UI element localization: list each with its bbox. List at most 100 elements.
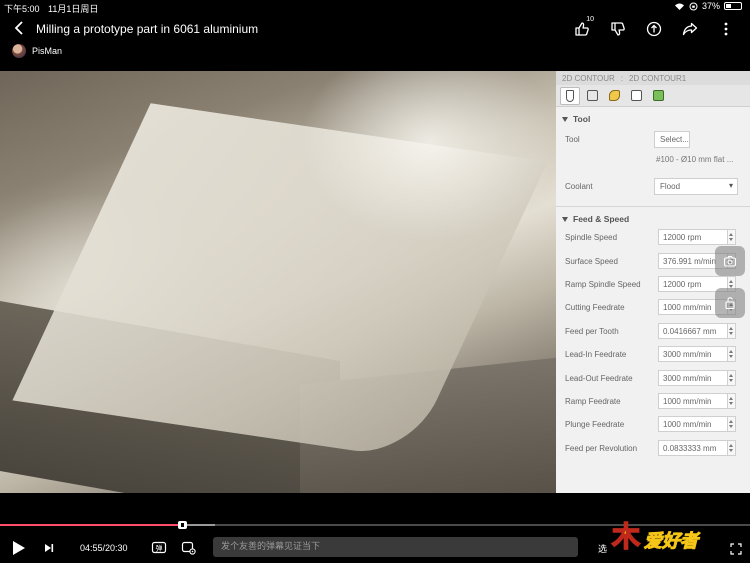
played-range — [0, 524, 183, 526]
feed-row-value: 0.0416667 mm — [658, 322, 728, 339]
screenshot-button[interactable] — [715, 246, 745, 276]
unlock-icon — [725, 297, 735, 310]
feed-row-label: Lead-Out Feedrate — [565, 373, 633, 383]
video-header: Milling a prototype part in 6061 alumini… — [0, 14, 750, 70]
heights-tab-icon — [608, 90, 620, 101]
spinner-icon — [728, 416, 736, 433]
danmu-toggle-button[interactable]: 弹 — [150, 539, 168, 557]
tool-row: Tool Select... — [556, 128, 750, 151]
geometry-tab-icon — [586, 90, 598, 101]
feed-row: Feed per Revolution 0.0833333 mm — [556, 437, 750, 460]
collapse-triangle-icon — [562, 216, 568, 222]
feed-row: Lead-In Feedrate 3000 mm/min — [556, 343, 750, 366]
feed-row-label: Cutting Feedrate — [565, 303, 625, 313]
spinner-icon — [728, 392, 736, 409]
status-date: 11月1日周日 — [48, 4, 99, 14]
thumbs-down-icon — [611, 22, 625, 36]
tab-passes — [626, 87, 646, 105]
tab-heights — [604, 87, 624, 105]
next-button[interactable] — [42, 539, 56, 557]
lock-screen-button[interactable] — [715, 288, 745, 318]
dislike-button[interactable] — [600, 18, 636, 40]
watermark-logo: 木 爱好者 — [611, 515, 730, 559]
tool-section-heading: Tool — [556, 107, 750, 124]
tab-tool — [560, 86, 580, 105]
spinner-icon — [728, 322, 736, 339]
tab-geometry — [582, 87, 602, 105]
like-count: 10 — [586, 16, 594, 23]
feed-row-value: 1000 mm/min — [658, 392, 728, 409]
next-icon — [45, 544, 54, 552]
danmu-toggle-glyph: 弹 — [156, 544, 163, 553]
back-button[interactable] — [10, 20, 28, 38]
play-button[interactable] — [10, 539, 28, 557]
linking-tab-icon — [652, 90, 664, 101]
tool-name-row: #100 - Ø10 mm flat ... — [556, 151, 750, 174]
avatar[interactable] — [12, 44, 26, 58]
feed-row-label: Ramp Feedrate — [565, 396, 621, 406]
orientation-lock-icon — [689, 2, 698, 10]
header-actions: 10 — [564, 16, 744, 40]
spinner-icon — [728, 369, 736, 386]
cam-settings-panel: 2D CONTOUR:2D CONTOUR1 Tool Tool Select.… — [556, 71, 750, 493]
feed-section-label: Feed & Speed — [573, 214, 630, 225]
panel-crumb-op: 2D CONTOUR — [562, 74, 615, 83]
coin-button[interactable] — [636, 18, 672, 40]
fullscreen-icon — [730, 543, 742, 555]
video-title: Milling a prototype part in 6061 alumini… — [36, 22, 259, 36]
feed-row: Ramp Feedrate 1000 mm/min — [556, 390, 750, 413]
feed-row-value: 0.0833333 mm — [658, 439, 728, 456]
watermark-text: 爱好者 — [644, 531, 699, 553]
tool-name: #100 - Ø10 mm flat ... — [656, 155, 734, 165]
tab-linking — [648, 87, 668, 105]
danmu-input[interactable] — [213, 537, 578, 557]
feed-row-value: 3000 mm/min — [658, 369, 728, 386]
feed-row-label: Surface Speed — [565, 256, 618, 266]
feed-section-heading: Feed & Speed — [556, 207, 750, 224]
more-vertical-icon — [724, 22, 728, 36]
feed-row-label: Ramp Spindle Speed — [565, 279, 641, 289]
panel-breadcrumb: 2D CONTOUR:2D CONTOUR1 — [556, 71, 750, 85]
feed-row-label: Feed per Tooth — [565, 326, 619, 336]
play-icon — [13, 541, 25, 555]
feed-row-label: Plunge Feedrate — [565, 420, 625, 430]
collapse-triangle-icon — [562, 116, 568, 122]
tool-label: Tool — [565, 135, 580, 144]
feed-row: Feed per Tooth 0.0416667 mm — [556, 320, 750, 343]
coolant-label: Coolant — [565, 181, 593, 191]
panel-tabs — [556, 85, 750, 107]
panel-crumb-sep: : — [620, 74, 623, 83]
thumbs-up-icon — [575, 22, 589, 36]
battery-icon — [724, 2, 742, 10]
select-episode-button[interactable]: 选 — [598, 539, 607, 557]
more-button[interactable] — [708, 18, 744, 40]
passes-tab-icon — [630, 90, 642, 101]
danmu-settings-icon — [181, 541, 196, 555]
share-button[interactable] — [672, 18, 708, 40]
coolant-row: Coolant Flood — [556, 175, 750, 198]
tool-select-button: Select... — [654, 131, 690, 148]
feed-row-label: Lead-In Feedrate — [565, 350, 627, 360]
tool-section-label: Tool — [573, 114, 591, 124]
author-info[interactable]: PisMan — [12, 44, 62, 58]
progress-knob[interactable] — [178, 521, 187, 529]
author-name[interactable]: PisMan — [32, 46, 62, 56]
fullscreen-button[interactable] — [730, 542, 742, 555]
status-bar: 下午5:00 11月1日周日 37% — [0, 0, 750, 14]
feed-row-label: Spindle Speed — [565, 233, 618, 243]
coin-icon — [646, 21, 662, 37]
share-icon — [682, 22, 698, 36]
coolant-spray-top — [300, 71, 560, 241]
tool-tab-icon — [566, 89, 574, 102]
chevron-left-icon — [14, 21, 23, 35]
danmu-toggle-icon: 弹 — [151, 541, 167, 554]
battery-percent: 37% — [701, 1, 720, 11]
feed-row-value: 1000 mm/min — [658, 416, 728, 433]
camera-icon — [723, 255, 737, 267]
spinner-icon — [728, 346, 736, 363]
like-button[interactable]: 10 — [564, 16, 600, 40]
feed-row-value: 3000 mm/min — [658, 346, 728, 363]
coolant-select: Flood — [654, 177, 738, 195]
danmu-settings-button[interactable] — [180, 539, 198, 557]
playback-time: 04:55/20:30 — [80, 543, 128, 553]
